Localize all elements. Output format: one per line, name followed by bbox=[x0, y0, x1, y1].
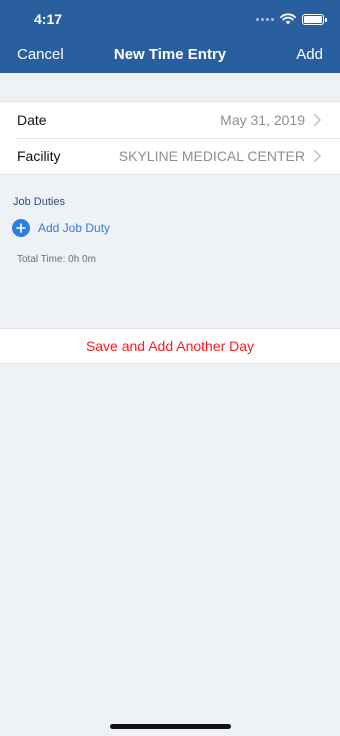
save-and-add-another-day-label: Save and Add Another Day bbox=[85, 338, 255, 354]
date-label: Date bbox=[17, 112, 47, 128]
total-time-text: Total Time: 0h 0m bbox=[17, 254, 96, 265]
facility-value: SKYLINE MEDICAL CENTER bbox=[118, 148, 305, 164]
facility-row[interactable]: Facility SKYLINE MEDICAL CENTER bbox=[0, 138, 340, 174]
add-button[interactable]: Add bbox=[296, 46, 323, 63]
facility-label: Facility bbox=[17, 148, 61, 164]
date-row[interactable]: Date May 31, 2019 bbox=[0, 102, 340, 138]
wifi-icon bbox=[280, 13, 296, 25]
signal-dots-icon bbox=[256, 17, 274, 21]
status-icons bbox=[256, 12, 327, 26]
page-title: New Time Entry bbox=[113, 46, 227, 63]
add-job-duty-button[interactable]: Add Job Duty bbox=[12, 219, 110, 237]
battery-icon bbox=[302, 13, 327, 25]
job-duties-section-title: Job Duties bbox=[13, 196, 65, 208]
status-time: 4:17 bbox=[34, 11, 63, 27]
add-job-duty-label: Add Job Duty bbox=[38, 221, 111, 235]
plus-circle-icon bbox=[12, 219, 30, 237]
home-indicator[interactable] bbox=[110, 724, 231, 729]
entry-form-table: Date May 31, 2019 Facility SKYLINE MEDIC… bbox=[0, 101, 340, 175]
chevron-right-icon bbox=[311, 112, 323, 128]
chevron-right-icon bbox=[311, 148, 323, 164]
save-and-add-another-day-button[interactable]: Save and Add Another Day bbox=[0, 328, 340, 364]
navigation-header: 4:17 Cancel New Time Entry Add bbox=[0, 0, 340, 73]
date-value: May 31, 2019 bbox=[220, 112, 305, 128]
